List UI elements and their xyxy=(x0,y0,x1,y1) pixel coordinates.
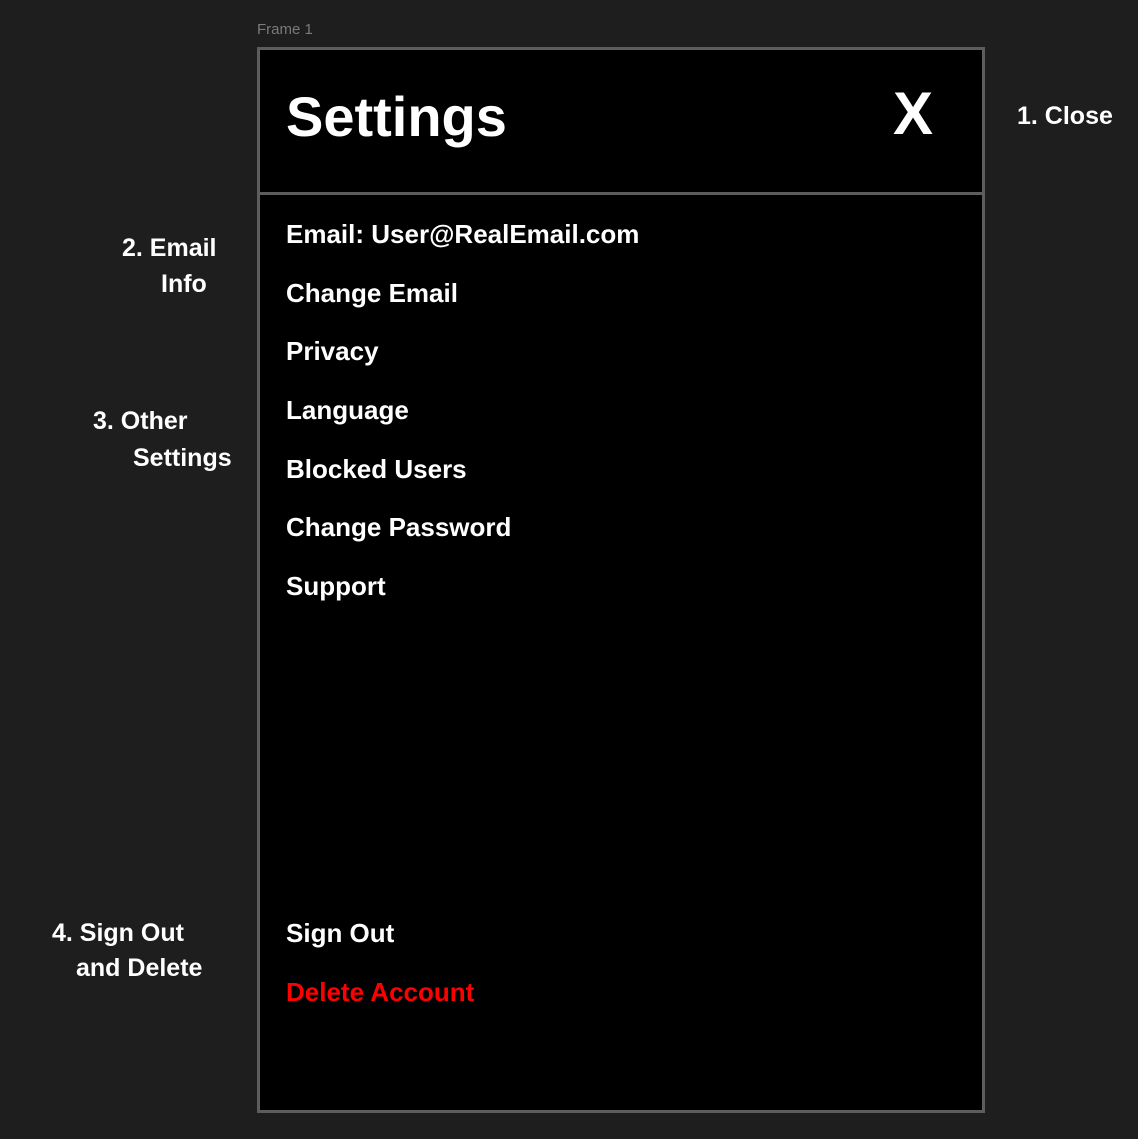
annotation-other-line2: Settings xyxy=(133,444,232,472)
settings-header: Settings X xyxy=(260,50,982,195)
page-title: Settings xyxy=(286,85,507,148)
menu-item-change-password[interactable]: Change Password xyxy=(286,511,511,543)
menu-item-support[interactable]: Support xyxy=(286,570,386,602)
menu-item-privacy[interactable]: Privacy xyxy=(286,335,379,367)
annotation-email-line1: 2. Email xyxy=(122,234,217,262)
annotation-close: 1. Close xyxy=(1017,102,1113,130)
annotation-signout-line1: 4. Sign Out xyxy=(52,919,184,947)
email-info: Email: User@RealEmail.com xyxy=(286,219,640,249)
menu-item-change-email[interactable]: Change Email xyxy=(286,277,458,309)
design-canvas: Frame 1 Settings X Email: User@RealEmail… xyxy=(0,0,1138,1139)
menu-item-language[interactable]: Language xyxy=(286,394,409,426)
menu-item-blocked-users[interactable]: Blocked Users xyxy=(286,453,467,485)
frame-label: Frame 1 xyxy=(257,21,313,38)
annotation-signout-line2: and Delete xyxy=(76,954,203,982)
settings-frame: Settings X Email: User@RealEmail.com Cha… xyxy=(257,47,985,1113)
close-button[interactable]: X xyxy=(888,79,938,149)
annotation-email-line2: Info xyxy=(161,270,207,298)
delete-account-button[interactable]: Delete Account xyxy=(286,976,474,1008)
annotation-other-line1: 3. Other xyxy=(93,407,188,435)
sign-out-button[interactable]: Sign Out xyxy=(286,917,394,949)
